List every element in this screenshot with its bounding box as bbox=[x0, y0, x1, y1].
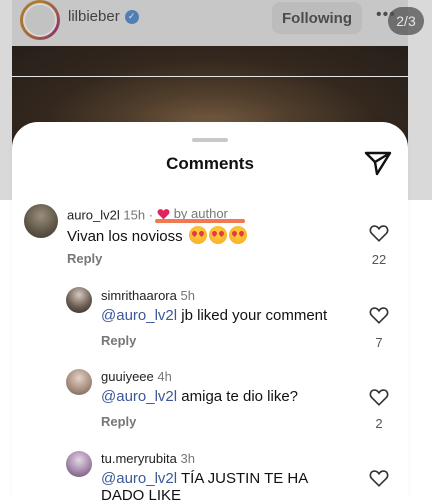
like-count: 7 bbox=[375, 335, 383, 350]
reply-button[interactable]: Reply bbox=[101, 333, 136, 348]
like-heart-icon[interactable] bbox=[369, 224, 389, 242]
avatar[interactable] bbox=[66, 287, 92, 313]
heart-icon bbox=[157, 208, 170, 219]
like-heart-icon[interactable] bbox=[369, 306, 389, 324]
comment-meta: simrithaarora 5h bbox=[101, 288, 195, 303]
comment-meta: tu.meryrubita 3h bbox=[101, 451, 195, 466]
heart-eyes-emoji bbox=[208, 226, 227, 244]
comment-time: 15h bbox=[123, 207, 146, 223]
comment-text: Vivan los novioss bbox=[67, 226, 247, 245]
comment-username[interactable]: guuiyeee bbox=[101, 369, 154, 384]
sheet-divider bbox=[12, 76, 408, 77]
comment-text: @auro_lv2l amiga te dio like? bbox=[101, 388, 299, 405]
avatar[interactable] bbox=[66, 369, 92, 395]
avatar[interactable] bbox=[24, 204, 58, 238]
mention-link[interactable]: @auro_lv2l bbox=[101, 388, 177, 405]
like-count: 22 bbox=[371, 252, 387, 267]
reply-button[interactable]: Reply bbox=[101, 414, 136, 429]
comment-text: @auro_lv2l TÍA JUSTIN TE HA bbox=[101, 470, 309, 487]
comment-time: 5h bbox=[180, 288, 195, 303]
comment-username[interactable]: tu.meryrubita bbox=[101, 451, 177, 466]
avatar[interactable] bbox=[66, 451, 92, 477]
share-icon[interactable] bbox=[364, 150, 392, 176]
comment-text: @auro_lv2l jb liked your comment bbox=[101, 307, 328, 324]
sheet-title: Comments bbox=[166, 154, 254, 173]
comment-meta: guuiyeee 4h bbox=[101, 369, 172, 384]
heart-eyes-emoji bbox=[188, 226, 207, 244]
mention-link[interactable]: @auro_lv2l bbox=[101, 307, 177, 324]
comment-time: 3h bbox=[180, 451, 195, 466]
like-heart-icon[interactable] bbox=[369, 388, 389, 406]
mention-link[interactable]: @auro_lv2l bbox=[101, 470, 177, 487]
reply-button[interactable]: Reply bbox=[67, 251, 102, 266]
like-count: 2 bbox=[375, 416, 383, 431]
highlight-underline bbox=[155, 219, 245, 223]
comment-text-line2: DADO LIKE bbox=[101, 487, 182, 500]
heart-eyes-emoji bbox=[228, 226, 247, 244]
comment-username[interactable]: auro_lv2l bbox=[67, 208, 120, 223]
comment-time: 4h bbox=[157, 369, 172, 384]
sheet-drag-handle[interactable] bbox=[192, 138, 228, 142]
comment-username[interactable]: simrithaarora bbox=[101, 288, 177, 303]
like-heart-icon[interactable] bbox=[369, 469, 389, 487]
